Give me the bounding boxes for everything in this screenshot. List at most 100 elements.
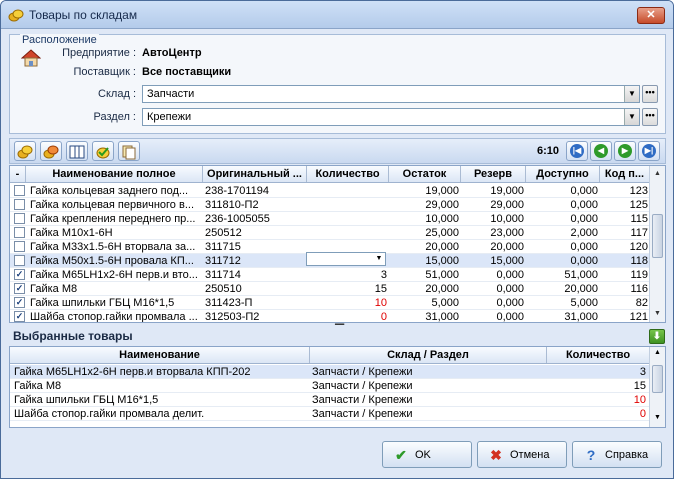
coins-red-button[interactable] [40,141,62,161]
cell-avail: 0,000 [570,241,598,253]
table-row[interactable]: ✓ Гайка М8 250510 15 20,000 0,000 20,000 116 [10,282,650,296]
table-row[interactable]: Гайка М10х1-6Н 250512 25,000 23,000 2,000 117 [10,226,650,240]
list-item[interactable]: Шайба стопор.гайки промвала делит. Запчас… [10,407,650,421]
warehouse-label: Склад : [98,88,136,100]
cell-qty[interactable] [307,184,389,198]
chevron-down-icon[interactable]: ▼ [624,86,639,102]
row-checkbox[interactable] [14,213,25,224]
selected-scrollbar[interactable]: ▲ ▼ [649,347,665,427]
col-reserve[interactable]: Резерв [461,166,526,182]
row-checkbox[interactable] [14,255,25,266]
pager-indicator: 6:10 [537,145,560,157]
section-combo[interactable]: Крепежи ▼ [142,108,640,126]
col-available[interactable]: Доступно [526,166,600,182]
col-select[interactable]: - [10,166,26,182]
coins-yellow-button[interactable] [14,141,36,161]
col-sel-place[interactable]: Склад / Раздел [310,347,547,363]
scroll-down-icon[interactable]: ▼ [652,308,663,319]
ok-button[interactable]: ✔ OK [382,441,472,468]
scroll-thumb[interactable] [652,214,663,258]
cell-reserve: 10,000 [490,213,524,225]
cell-qty[interactable]: 3 [307,268,389,282]
copy-button[interactable] [118,141,140,161]
cancel-button[interactable]: ✖ Отмена [477,441,567,468]
row-checkbox[interactable]: ✓ [14,297,25,308]
first-page-button[interactable]: |◀ [566,141,588,161]
products-scrollbar[interactable]: ▲ ▼ [649,166,665,322]
row-checkbox[interactable]: ✓ [14,311,25,322]
cell-code: 121 [629,311,648,323]
close-button[interactable]: ✕ [637,7,665,24]
cell-place: Запчасти / Крепежи [312,394,413,406]
cross-icon: ✖ [490,447,502,463]
supplier-label: Поставщик : [73,66,136,78]
table-row[interactable]: Гайка кольцевая заднего под... 238-170119… [10,184,650,198]
cell-name: Гайка М8 [30,283,78,295]
cell-qty[interactable] [307,198,389,212]
location-group: Расположение Предприятие : АвтоЦентр Пос… [9,34,666,134]
cell-orig: 311714 [205,269,241,281]
list-item[interactable]: Гайка шпильки ГБЦ М16*1,5 Запчасти / Креп… [10,393,650,407]
check-money-button[interactable] [92,141,114,161]
help-button[interactable]: ? Справка [572,441,662,468]
row-checkbox[interactable] [14,227,25,238]
cell-name: Гайка М8 [14,380,62,392]
row-checkbox[interactable]: ✓ [14,269,25,280]
col-quantity[interactable]: Количество [307,166,389,182]
row-checkbox[interactable] [14,199,25,210]
list-item[interactable]: Гайка М8 Запчасти / Крепежи 15 [10,379,650,393]
table-row[interactable]: ✓ Шайба стопор.гайки промвала ... 312503-П… [10,310,650,323]
cell-qty[interactable]: 0 [307,310,389,322]
title-bar[interactable]: Товары по складам ✕ [1,1,673,29]
cell-reserve: 0,000 [496,283,524,295]
chevron-down-icon[interactable]: ▼ [624,109,639,125]
cell-qty[interactable] [307,212,389,226]
last-page-button[interactable]: ▶| [638,141,660,161]
cell-qty: 3 [639,366,646,378]
splitter-handle[interactable]: ▪▪▪▪▪▪▪▪ [321,322,357,328]
cell-orig: 312503-П2 [205,311,260,323]
chevron-down-icon[interactable]: ▼ [373,253,385,265]
col-sel-qty[interactable]: Количество [547,347,650,363]
warehouse-browse-button[interactable]: ••• [642,85,658,103]
scroll-down-icon[interactable]: ▼ [652,414,663,421]
col-original[interactable]: Оригинальный ... [203,166,307,182]
list-item[interactable]: Гайка М65LН1х2-6Н перв.и вторвала КПП-20… [10,365,650,379]
columns-button[interactable] [66,141,88,161]
house-icon [21,49,41,67]
help-label: Справка [605,449,649,461]
prev-page-button[interactable]: ◀ [590,141,612,161]
scroll-thumb[interactable] [652,365,663,393]
cell-orig: 250510 [205,283,242,295]
table-row[interactable]: Гайка кольцевая первичного в... 311810-П2… [10,198,650,212]
collapse-down-icon[interactable]: ⬇ [649,329,665,344]
quantity-editor[interactable]: ▼ [306,252,386,266]
row-checkbox[interactable] [14,241,25,252]
cell-qty[interactable]: 10 [307,296,389,310]
cell-avail: 5,000 [570,297,598,309]
cell-qty[interactable] [307,226,389,240]
table-row[interactable]: Гайка крепления переднего пр... 236-10050… [10,212,650,226]
col-rest[interactable]: Остаток [389,166,461,182]
cell-place: Запчасти / Крепежи [312,366,413,378]
warehouse-combo[interactable]: Запчасти ▼ [142,85,640,103]
supplier-value: Все поставщики [142,66,232,78]
scroll-up-icon[interactable]: ▲ [652,168,663,179]
next-page-button[interactable]: ▶ [614,141,636,161]
col-sel-name[interactable]: Наименование [10,347,310,363]
scroll-up-icon[interactable]: ▲ [652,349,663,356]
col-name[interactable]: Наименование полное [26,166,203,182]
checkmark-icon: ✔ [395,447,407,463]
table-row[interactable]: ✓ Гайка шпильки ГБЦ М16*1,5 311423-П 10 5,00… [10,296,650,310]
enterprise-value: АвтоЦентр [142,47,202,59]
row-checkbox[interactable] [14,185,25,196]
section-browse-button[interactable]: ••• [642,108,658,126]
cell-qty[interactable]: 15 [307,282,389,296]
cell-place: Запчасти / Крепежи [312,380,413,392]
table-row[interactable]: ✓ Гайка М65LН1х2-6Н перв.и вто... 311714 3 5… [10,268,650,282]
cell-avail: 20,000 [564,283,598,295]
warehouse-combo-value: Запчасти [147,88,195,100]
col-code[interactable]: Код п... [600,166,650,182]
cell-rest: 15,000 [425,255,459,267]
row-checkbox[interactable]: ✓ [14,283,25,294]
